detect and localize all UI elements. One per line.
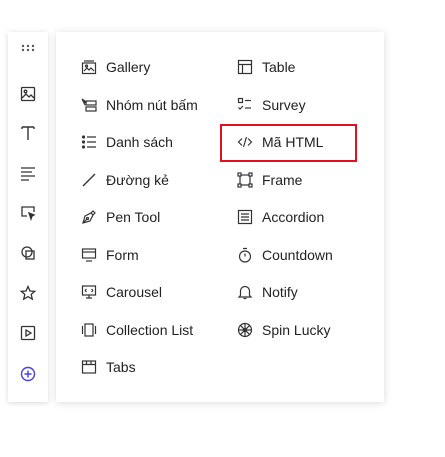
button-icon[interactable] (16, 201, 40, 225)
menu-item-label: Spin Lucky (262, 322, 331, 338)
menu-item-label: Pen Tool (106, 209, 161, 225)
menu-item-label: Survey (262, 97, 306, 113)
paragraph-icon[interactable] (16, 161, 40, 185)
menu-item-label: Gallery (106, 59, 151, 75)
collection-list-icon (80, 321, 98, 339)
menu-item-label: Notify (262, 284, 298, 300)
gallery-icon (80, 58, 98, 76)
carousel-icon (80, 283, 98, 301)
menu-item-gallery[interactable]: Gallery (80, 55, 150, 79)
form-icon (80, 246, 98, 264)
menu-item-label: Table (262, 59, 296, 75)
menu-item-label: Frame (262, 172, 303, 188)
menu-item-label: Carousel (106, 284, 163, 300)
list-icon (80, 133, 98, 151)
menu-item-label: Collection List (106, 322, 194, 338)
menu-item-carousel[interactable]: Carousel (80, 280, 162, 304)
frame-icon (236, 171, 254, 189)
menu-item-form[interactable]: Form (80, 243, 139, 267)
spin-wheel-icon (236, 321, 254, 339)
menu-item-label: Danh sách (106, 134, 173, 150)
menu-item-label: Form (106, 247, 139, 263)
menu-item-table[interactable]: Table (236, 55, 295, 79)
menu-item-tabs[interactable]: Tabs (80, 355, 136, 379)
menu-item-label: Đường kẻ (106, 172, 169, 188)
add-circle-icon[interactable] (16, 362, 40, 386)
line-icon (80, 171, 98, 189)
video-icon[interactable] (16, 321, 40, 345)
menu-item-frame[interactable]: Frame (236, 168, 302, 192)
menu-item-notify[interactable]: Notify (236, 280, 298, 304)
image-icon[interactable] (16, 82, 40, 106)
accordion-icon (236, 208, 254, 226)
menu-item-collection-list[interactable]: Collection List (80, 318, 193, 342)
highlight-box (220, 124, 357, 162)
table-icon (236, 58, 254, 76)
menu-item-spin-lucky[interactable]: Spin Lucky (236, 318, 330, 342)
drag-handle-icon[interactable] (16, 36, 40, 60)
shapes-icon[interactable] (16, 241, 40, 265)
bell-icon (236, 283, 254, 301)
element-toolbar (8, 32, 48, 402)
menu-item-button-group[interactable]: Nhóm nút bấm (80, 93, 198, 117)
survey-icon (236, 96, 254, 114)
menu-item-label: Countdown (262, 247, 333, 263)
tabs-icon (80, 358, 98, 376)
menu-item-label: Tabs (106, 359, 136, 375)
menu-item-accordion[interactable]: Accordion (236, 205, 324, 229)
pen-tool-icon (80, 208, 98, 226)
menu-item-survey[interactable]: Survey (236, 93, 306, 117)
menu-item-label: Accordion (262, 209, 325, 225)
text-icon[interactable] (16, 121, 40, 145)
menu-item-line[interactable]: Đường kẻ (80, 168, 169, 192)
menu-item-list[interactable]: Danh sách (80, 130, 173, 154)
star-icon[interactable] (16, 281, 40, 305)
countdown-icon (236, 246, 254, 264)
menu-item-pen-tool[interactable]: Pen Tool (80, 205, 160, 229)
add-element-panel: Gallery Nhóm nút bấm Danh sách Đường kẻ … (56, 32, 384, 402)
menu-item-countdown[interactable]: Countdown (236, 243, 333, 267)
menu-item-label: Nhóm nút bấm (106, 97, 198, 113)
button-group-icon (80, 96, 98, 114)
